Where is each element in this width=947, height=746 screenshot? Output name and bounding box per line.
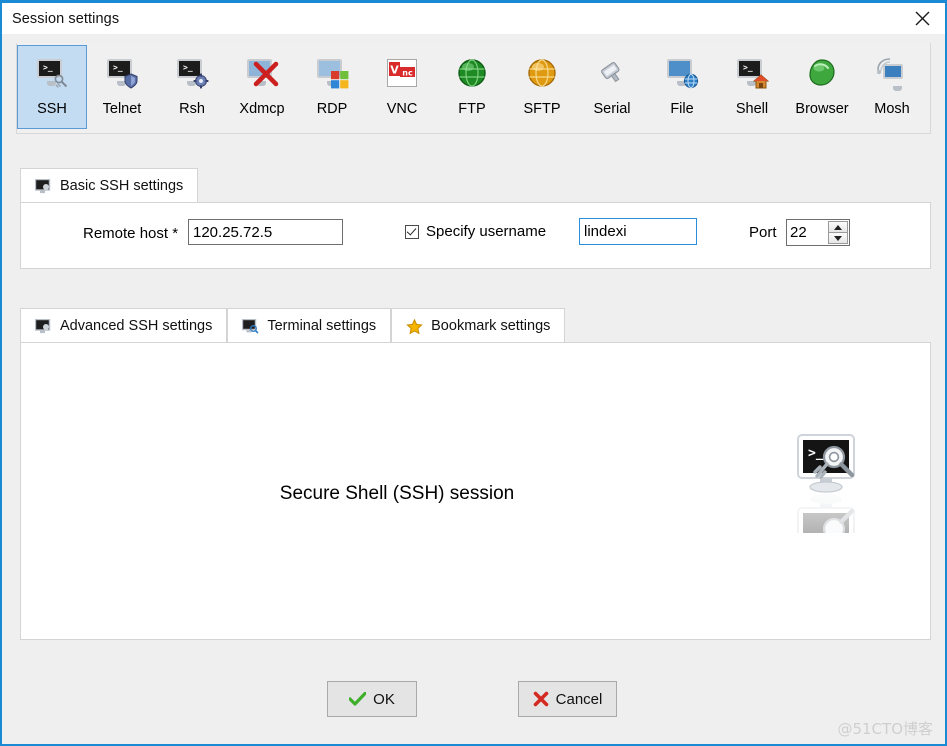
protocol-label: Rsh: [179, 101, 205, 117]
green-check-icon: [349, 692, 367, 706]
protocol-rdp[interactable]: RDP: [297, 45, 367, 129]
monitor-antenna-icon: [875, 56, 909, 91]
orange-globe-icon: [525, 56, 559, 90]
protocol-label: Browser: [795, 101, 849, 117]
protocol-label: Serial: [593, 101, 631, 117]
terminal-key-icon: >_: [35, 56, 69, 90]
protocol-shell[interactable]: >_ Shell: [717, 45, 787, 129]
remote-host-input[interactable]: [188, 219, 343, 245]
tab-label: Basic SSH settings: [60, 178, 184, 194]
protocol-serial[interactable]: Serial: [577, 45, 647, 129]
protocol-label: Xdmcp: [239, 101, 285, 117]
protocol-browser[interactable]: Browser: [787, 45, 857, 129]
lower-tabrow: Advanced SSH settings Terminal settings …: [20, 308, 566, 343]
specify-username-label: Specify username: [426, 223, 547, 240]
ok-label: OK: [373, 690, 395, 708]
protocol-label: SFTP: [523, 101, 561, 117]
username-input[interactable]: [579, 218, 697, 245]
tab-advanced-ssh-settings[interactable]: Advanced SSH settings: [20, 308, 228, 343]
protocol-label: Shell: [735, 101, 769, 117]
port-label: Port: [749, 224, 777, 241]
star-icon: [406, 318, 423, 334]
port-decrement-button[interactable]: [828, 233, 848, 244]
protocol-label: File: [670, 101, 694, 117]
svg-text:nc: nc: [402, 69, 413, 78]
protocol-vnc[interactable]: V nc VNC: [367, 45, 437, 129]
tab-label: Bookmark settings: [431, 318, 551, 334]
title-bar: Session settings: [2, 3, 945, 34]
cancel-button[interactable]: Cancel: [518, 681, 617, 717]
session-settings-window: Session settings >_ SSH >_ Telnet >_ Rsh…: [0, 0, 947, 746]
protocol-sftp[interactable]: SFTP: [507, 45, 577, 129]
chevron-down-icon: [834, 235, 842, 241]
port-stepper[interactable]: [786, 219, 850, 246]
monitor-globe-icon: [665, 56, 699, 90]
tab-terminal-settings[interactable]: Terminal settings: [227, 308, 392, 343]
protocol-ftp[interactable]: FTP: [437, 45, 507, 129]
window-title: Session settings: [12, 10, 120, 27]
monitor-red-x-icon: [245, 56, 279, 90]
remote-host-label: Remote host *: [83, 225, 179, 242]
close-button[interactable]: [899, 3, 945, 34]
protocol-toolbar: >_ SSH >_ Telnet >_ Rsh Xdmcp RDP V nc V…: [16, 43, 931, 134]
session-caption: Secure Shell (SSH) session: [279, 483, 515, 504]
protocol-label: Telnet: [102, 101, 142, 117]
terminal-shield-icon: >_: [105, 56, 139, 90]
session-preview-panel: Secure Shell (SSH) session >_: [20, 342, 931, 640]
port-spinner-buttons: [828, 221, 848, 244]
protocol-label: VNC: [386, 101, 418, 117]
tab-label: Terminal settings: [267, 318, 377, 334]
tab-label: Advanced SSH settings: [60, 318, 213, 334]
vnc-logo-icon: V nc: [385, 56, 419, 90]
tab-bookmark-settings[interactable]: Bookmark settings: [391, 308, 566, 343]
monitor-icon: [34, 178, 52, 194]
specify-username-checkbox[interactable]: [405, 224, 419, 239]
remote-desktop-icon: [315, 56, 349, 90]
protocol-label: Mosh: [874, 101, 910, 117]
protocol-label: SSH: [37, 101, 67, 117]
green-globe-icon: [455, 56, 489, 90]
ssh-terminal-key-icon: >_: [792, 431, 864, 551]
svg-text:>_: >_: [808, 446, 824, 461]
port-input[interactable]: [787, 220, 828, 245]
protocol-xdmcp[interactable]: Xdmcp: [227, 45, 297, 129]
ok-button[interactable]: OK: [327, 681, 417, 717]
tab-basic-ssh-settings[interactable]: Basic SSH settings: [20, 168, 199, 203]
red-x-icon: [533, 691, 549, 707]
protocol-ssh[interactable]: >_ SSH: [17, 45, 87, 129]
protocol-label: RDP: [316, 101, 348, 117]
svg-text:V: V: [390, 64, 399, 77]
terminal-gear-icon: >_: [175, 56, 209, 90]
protocol-rsh[interactable]: >_ Rsh: [157, 45, 227, 129]
protocol-file[interactable]: File: [647, 45, 717, 129]
specify-username-checkbox-row[interactable]: Specify username: [405, 223, 546, 240]
protocol-telnet[interactable]: >_ Telnet: [87, 45, 157, 129]
serial-connector-icon: [595, 56, 629, 90]
protocol-label: FTP: [458, 101, 486, 117]
watermark: @51CTO博客: [837, 720, 933, 738]
close-icon: [914, 10, 931, 27]
monitor-search-icon: [242, 318, 259, 334]
browser-globe-icon: [805, 56, 839, 90]
protocol-mosh[interactable]: Mosh: [857, 45, 927, 129]
chevron-up-icon: [834, 224, 842, 230]
cancel-label: Cancel: [555, 690, 603, 708]
basic-settings-panel: Remote host * Specify username Port: [20, 202, 931, 269]
terminal-house-icon: >_: [735, 56, 769, 90]
monitor-icon: [34, 318, 52, 334]
port-increment-button[interactable]: [828, 221, 848, 233]
basic-settings-tabrow: Basic SSH settings: [20, 168, 199, 203]
